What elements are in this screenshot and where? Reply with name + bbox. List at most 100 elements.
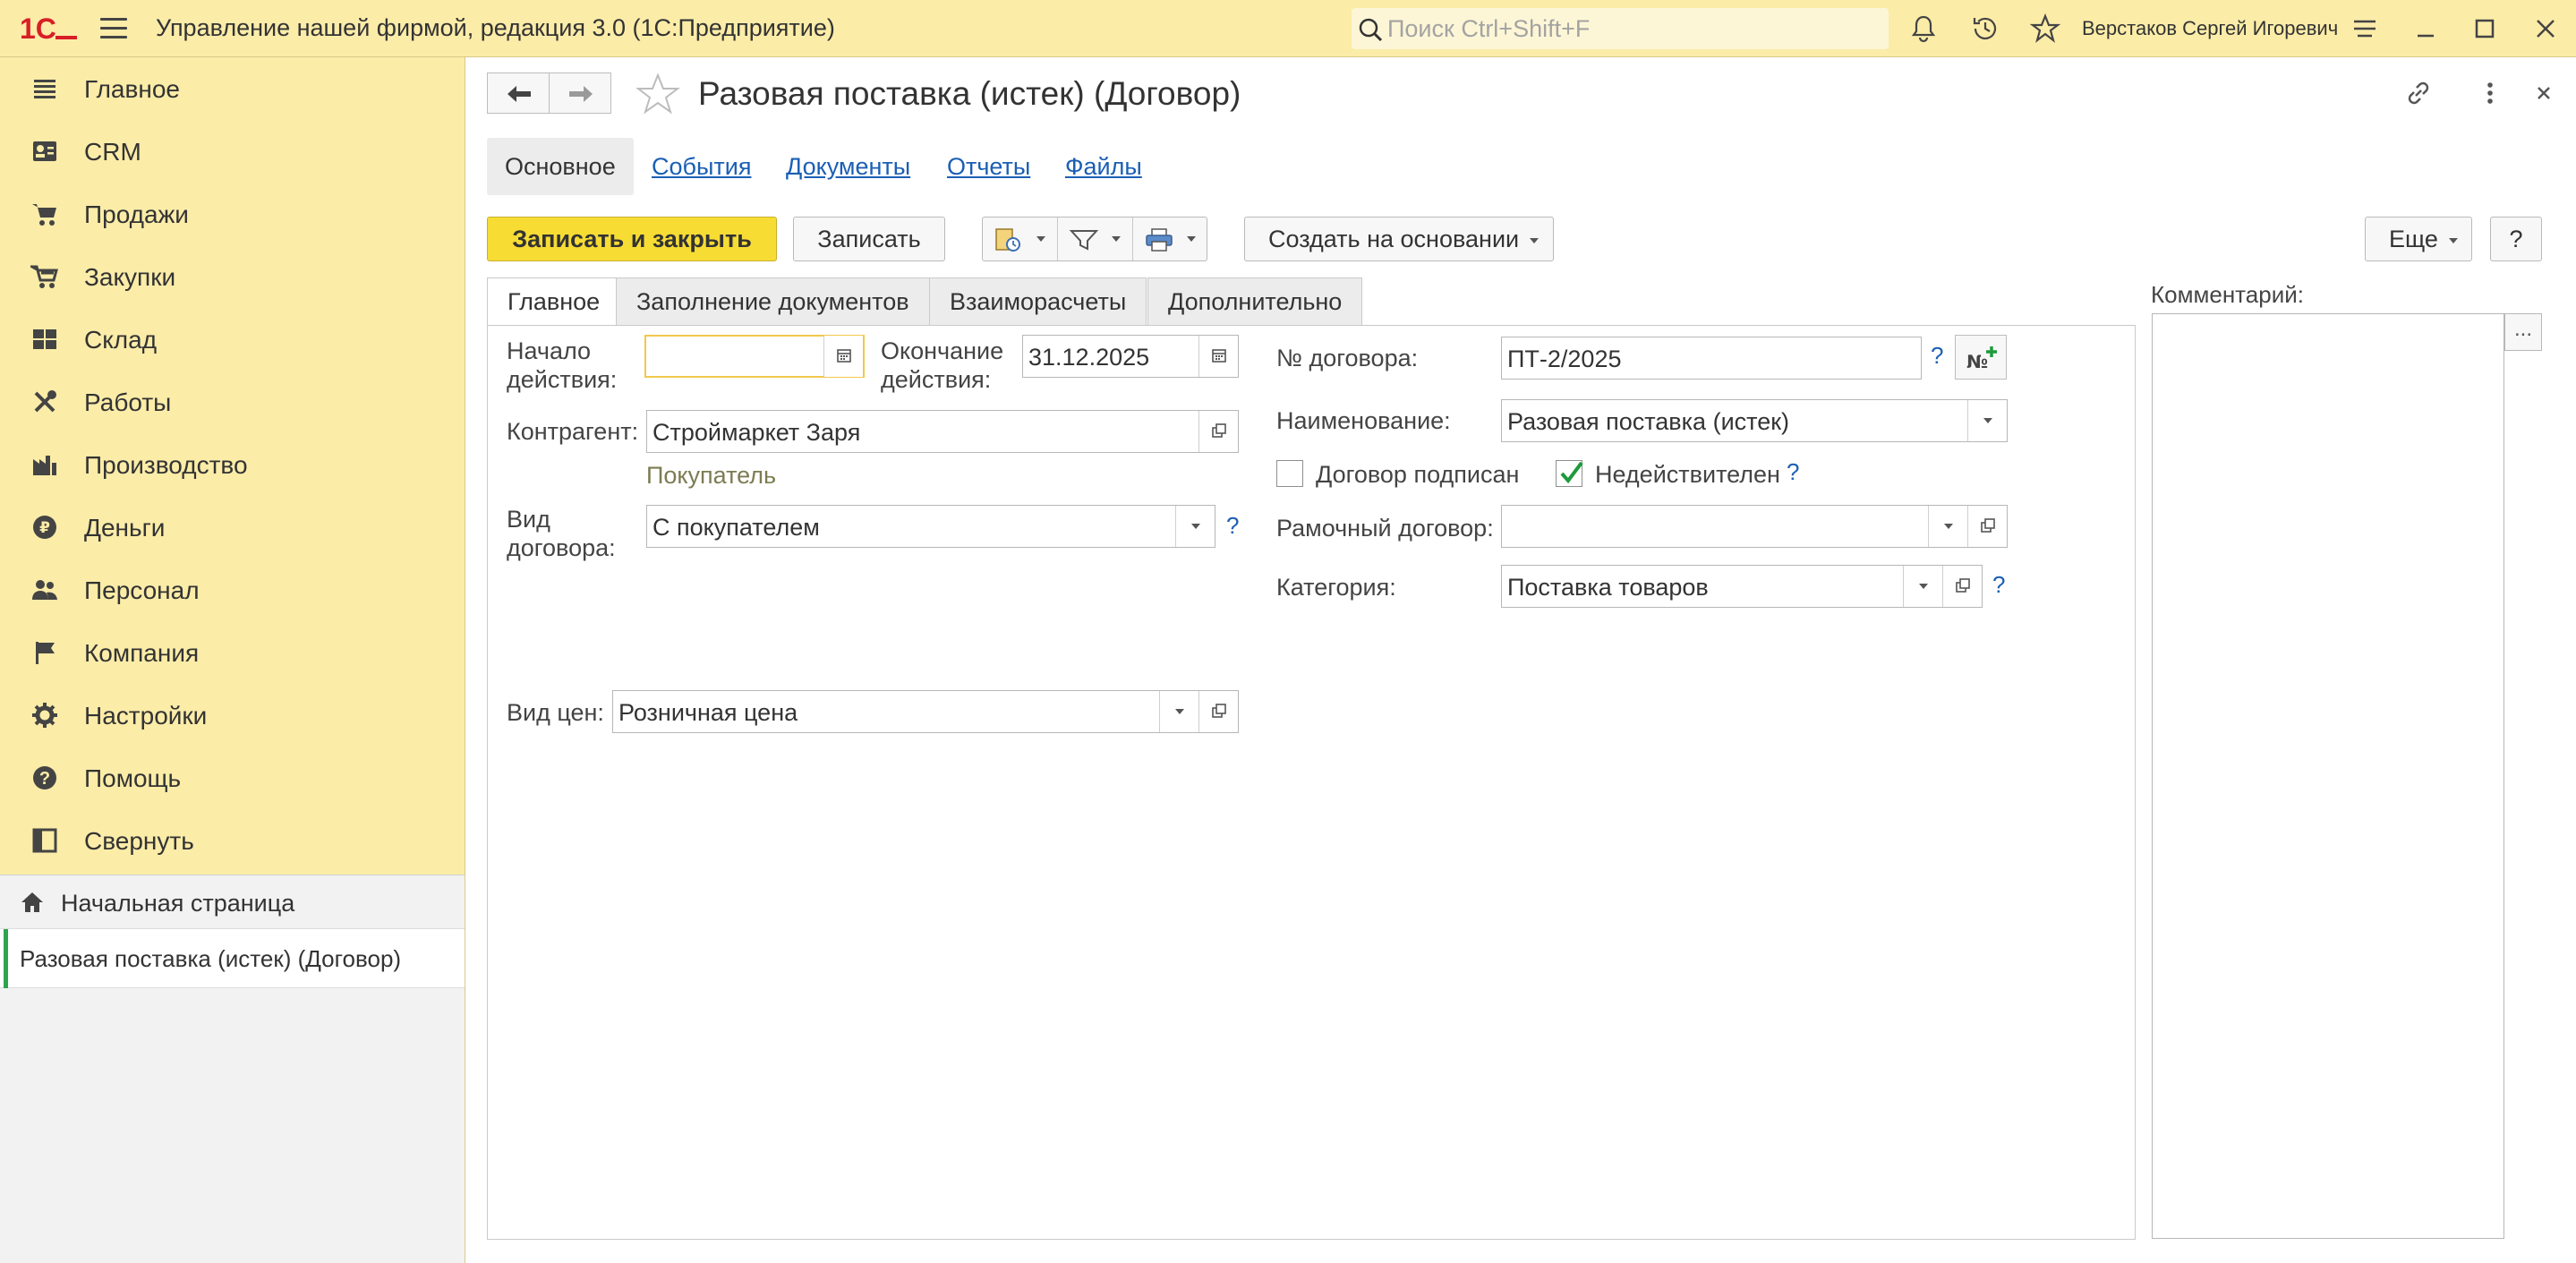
more-button[interactable]: Еще <box>2365 217 2472 261</box>
open-windows-panel: Начальная страница Разовая поставка (ист… <box>0 875 465 1263</box>
contract-number-help[interactable]: ? <box>1931 342 1943 370</box>
sidebar-item-warehouse[interactable]: Склад <box>0 308 465 371</box>
signed-label[interactable]: Договор подписан <box>1316 460 1519 489</box>
comment-open-button[interactable]: ... <box>2504 313 2542 351</box>
search-icon <box>1359 18 1383 42</box>
tab-events[interactable]: События <box>652 138 751 195</box>
comment-textarea[interactable] <box>2152 313 2504 1239</box>
category-dropdown-button[interactable] <box>1903 566 1942 607</box>
help-button[interactable]: ? <box>2490 217 2542 261</box>
create-based-on-button[interactable]: Создать на основании <box>1244 217 1554 261</box>
contract-name-dropdown-button[interactable] <box>1967 400 2007 441</box>
tab-documents-filling[interactable]: Заполнение документов <box>616 277 930 326</box>
favorites-star-icon[interactable] <box>2030 13 2060 44</box>
contract-name-field[interactable] <box>1501 399 2008 442</box>
sidebar-item-label: CRM <box>84 138 141 166</box>
back-button[interactable] <box>487 73 550 114</box>
contract-kind-input[interactable] <box>653 513 1172 542</box>
contract-number-input[interactable] <box>1507 345 1910 373</box>
contract-number-field[interactable] <box>1501 337 1922 380</box>
sidebar-item-main[interactable]: Главное <box>0 57 465 120</box>
favorite-star-icon[interactable] <box>635 72 680 116</box>
open-category-button[interactable] <box>1942 566 1982 607</box>
link-icon[interactable] <box>2402 77 2435 109</box>
history-icon[interactable] <box>1970 13 2000 44</box>
sidebar-item-crm[interactable]: CRM <box>0 120 465 183</box>
sidebar-item-works[interactable]: Работы <box>0 371 465 433</box>
1c-logo-icon[interactable]: 1С <box>20 13 79 45</box>
signed-checkbox[interactable] <box>1276 460 1303 487</box>
save-and-close-button[interactable]: Записать и закрыть <box>487 217 777 261</box>
close-window-icon[interactable] <box>2529 13 2562 45</box>
close-form-icon[interactable] <box>2528 77 2560 109</box>
tab-reports[interactable]: Отчеты <box>947 138 1030 195</box>
maximize-icon[interactable] <box>2469 13 2501 45</box>
arrow-left-icon <box>508 86 531 102</box>
open-frame-contract-button[interactable] <box>1967 506 2007 547</box>
category-input[interactable] <box>1507 573 1901 602</box>
sidebar-item-collapse[interactable]: Свернуть <box>0 809 465 872</box>
bell-icon[interactable] <box>1908 13 1939 44</box>
price-kind-input[interactable] <box>618 698 1156 727</box>
forward-button[interactable] <box>549 73 611 114</box>
sidebar-item-help[interactable]: ? Помощь <box>0 747 465 809</box>
tab-settlements[interactable]: Взаиморасчеты <box>929 277 1147 326</box>
flag-icon <box>36 642 55 664</box>
settings-menu-icon[interactable] <box>2349 13 2381 45</box>
filter-button[interactable] <box>1058 218 1133 260</box>
user-name[interactable]: Верстаков Сергей Игоревич <box>2082 17 2338 40</box>
calendar-button[interactable] <box>823 336 863 377</box>
frame-contract-input[interactable] <box>1507 513 1910 542</box>
sidebar-item-personnel[interactable]: Персонал <box>0 559 465 621</box>
open-window-item[interactable]: Разовая поставка (истек) (Договор) <box>0 929 465 988</box>
warehouse-grid-icon <box>33 329 56 349</box>
category-field[interactable] <box>1501 565 1983 608</box>
sidebar-item-company[interactable]: Компания <box>0 621 465 684</box>
more-vertical-icon[interactable] <box>2474 77 2506 109</box>
counterparty-label: Контрагент: <box>507 418 639 445</box>
counterparty-role-link[interactable]: Покупатель <box>646 462 776 490</box>
contract-kind-dropdown-button[interactable] <box>1175 506 1215 547</box>
price-kind-dropdown-button[interactable] <box>1159 691 1198 732</box>
history-report-button[interactable] <box>983 218 1058 260</box>
tab-additional[interactable]: Дополнительно <box>1147 277 1363 326</box>
invalid-help[interactable]: ? <box>1787 458 1799 486</box>
home-page-link[interactable]: Начальная страница <box>0 875 465 929</box>
start-date-input[interactable] <box>652 344 727 372</box>
end-date-input[interactable] <box>1028 343 1190 371</box>
tab-general[interactable]: Главное <box>487 277 621 326</box>
tab-main[interactable]: Основное <box>487 138 634 195</box>
open-counterparty-button[interactable] <box>1198 411 1238 452</box>
main-menu-icon[interactable] <box>100 18 127 39</box>
sidebar-item-production[interactable]: Производство <box>0 433 465 496</box>
contract-kind-field[interactable] <box>646 505 1215 548</box>
category-help[interactable]: ? <box>1992 571 2005 599</box>
save-button[interactable]: Записать <box>793 217 945 261</box>
tab-files[interactable]: Файлы <box>1065 138 1142 195</box>
frame-contract-dropdown-button[interactable] <box>1928 506 1967 547</box>
minimize-icon[interactable] <box>2410 13 2442 45</box>
open-price-kind-button[interactable] <box>1198 691 1238 732</box>
tab-documents[interactable]: Документы <box>786 138 910 195</box>
invalid-checkbox[interactable] <box>1556 460 1583 487</box>
sidebar-item-sales[interactable]: Продажи <box>0 183 465 245</box>
price-kind-field[interactable] <box>612 690 1239 733</box>
sidebar-item-money[interactable]: ₽ Деньги <box>0 496 465 559</box>
contract-name-input[interactable] <box>1507 407 1955 436</box>
print-button[interactable] <box>1133 218 1208 260</box>
contract-kind-help[interactable]: ? <box>1226 512 1239 540</box>
generate-number-button[interactable]: № <box>1955 335 2007 380</box>
end-date-field[interactable] <box>1022 335 1239 378</box>
start-date-field[interactable] <box>644 335 865 378</box>
counterparty-input[interactable] <box>653 418 1190 447</box>
global-search[interactable] <box>1352 8 1889 49</box>
calendar-button[interactable] <box>1198 336 1238 377</box>
filter-icon <box>1069 230 1099 251</box>
search-input[interactable] <box>1387 13 1880 44</box>
frame-contract-field[interactable] <box>1501 505 2008 548</box>
invalid-label[interactable]: Недействителен <box>1595 460 1780 489</box>
sidebar-item-purchases[interactable]: Закупки <box>0 245 465 308</box>
sidebar-item-settings[interactable]: Настройки <box>0 684 465 747</box>
title-bar: 1С Управление нашей фирмой, редакция 3.0… <box>0 0 2576 57</box>
counterparty-field[interactable] <box>646 410 1239 453</box>
